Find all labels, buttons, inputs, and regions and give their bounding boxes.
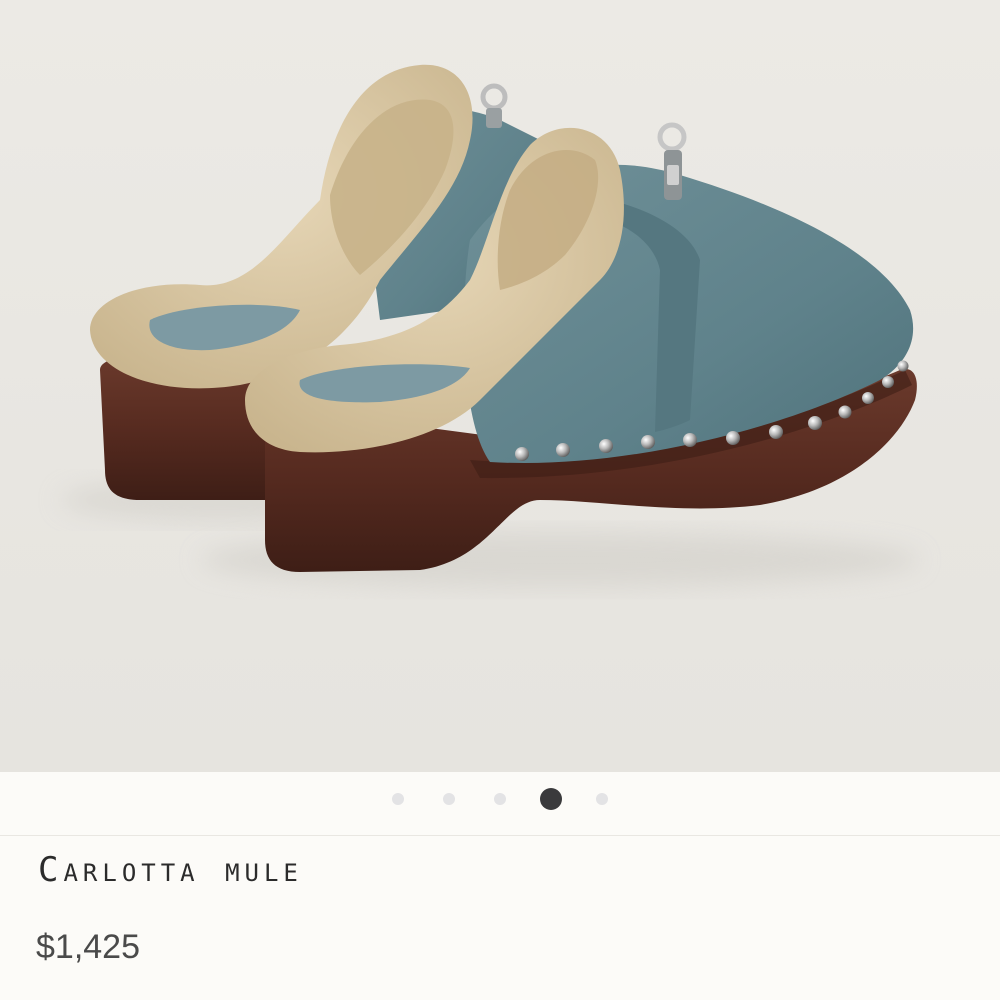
product-page: Carlotta mule $1,425: [0, 0, 1000, 1000]
carousel-dot-1[interactable]: [392, 793, 404, 805]
image-carousel-pagination: [0, 772, 1000, 836]
product-image[interactable]: [0, 0, 1000, 772]
mule-shoes-illustration: [60, 64, 920, 588]
carousel-dot-4-active[interactable]: [540, 788, 562, 810]
product-price: $1,425: [36, 928, 140, 966]
carousel-dot-2[interactable]: [443, 793, 455, 805]
divider: [0, 835, 1000, 836]
carousel-dot-3[interactable]: [494, 793, 506, 805]
carousel-dot-5[interactable]: [596, 793, 608, 805]
pagination-dots: [0, 788, 1000, 810]
product-title: Carlotta mule: [38, 850, 303, 890]
